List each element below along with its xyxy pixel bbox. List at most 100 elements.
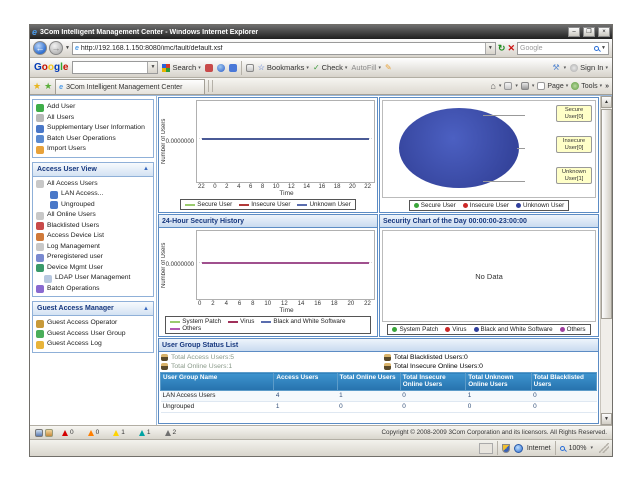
google-search-dropdown-icon[interactable]: ▼ xyxy=(147,62,157,73)
sidebar-section-access-user-view[interactable]: Access User View ▲ xyxy=(32,162,154,176)
wrench-icon[interactable]: ⚒ xyxy=(552,63,559,72)
sidebar-item[interactable]: All Users xyxy=(34,113,152,124)
zoom-dropdown-icon[interactable]: ▾ xyxy=(590,445,593,451)
toolbar-overflow[interactable]: » xyxy=(605,83,609,90)
sidebar-item[interactable]: Guest Access User Group xyxy=(34,329,152,340)
check-button[interactable]: ✓ Check ▾ xyxy=(313,63,347,72)
collapse-icon[interactable]: ▲ xyxy=(143,166,149,172)
sidebar-item[interactable]: Guest Access Operator xyxy=(34,318,152,329)
pie-callout-label: Unknown User[1] xyxy=(556,167,592,184)
tab-active[interactable]: e 3Com Intelligent Management Center xyxy=(55,79,205,94)
maximize-button[interactable]: ❐ xyxy=(583,27,595,37)
sidebar-item[interactable]: LDAP User Management xyxy=(42,273,152,284)
alarm-counter[interactable]: 1 xyxy=(113,429,125,436)
popup-blocker-icon[interactable] xyxy=(246,64,254,72)
panel-title: Security Chart of the Day 00:00:00-23:00… xyxy=(380,215,598,228)
guest-access-log-icon xyxy=(36,341,44,349)
search-input[interactable]: Google ▼ xyxy=(517,42,609,55)
url-dropdown-icon[interactable]: ▼ xyxy=(485,43,495,54)
sidebar-item[interactable]: Blacklisted Users xyxy=(34,221,152,232)
zoom-icon[interactable] xyxy=(560,446,565,451)
feeds-icon[interactable] xyxy=(504,82,512,90)
favorites-icon[interactable]: ★ xyxy=(33,81,41,92)
refresh-button[interactable]: ↻ xyxy=(498,43,506,54)
sidebar-item[interactable]: Guest Access Log xyxy=(34,339,152,350)
monitor-icon[interactable] xyxy=(35,429,43,437)
sidebar-item[interactable]: Preregistered user xyxy=(34,252,152,263)
highlighter-icon[interactable]: ✎ xyxy=(385,63,392,72)
sidebar-item[interactable]: Access Device List xyxy=(34,231,152,242)
sign-in-button[interactable]: Sign In ▾ xyxy=(570,63,608,72)
autofill-button[interactable]: AutoFill ▾ xyxy=(351,63,381,72)
all-users-icon xyxy=(36,114,44,122)
sidebar-item[interactable]: LAN Access... xyxy=(48,189,152,200)
minimize-button[interactable]: – xyxy=(568,27,580,37)
home-icon[interactable]: ⌂ xyxy=(490,81,495,91)
stop-button[interactable]: ✕ xyxy=(507,43,515,54)
title-bar: e 3Com Intelligent Management Center - W… xyxy=(30,25,612,39)
google-search-input[interactable]: ▼ xyxy=(72,61,158,74)
add-favorite-icon[interactable]: ★ xyxy=(44,81,52,92)
sidebar-item[interactable]: Add User xyxy=(34,102,152,113)
chart-legend: System PatchVirusBlack and White Softwar… xyxy=(165,316,370,334)
total-online-users-icon xyxy=(161,363,168,370)
security-history-line-chart: Number of Users 0.0000000 02468101214161… xyxy=(159,228,377,336)
back-button[interactable]: ← xyxy=(33,41,47,55)
page-icon xyxy=(537,82,545,90)
sidebar-item[interactable]: Supplementary User Information xyxy=(34,123,152,134)
access-device-list-icon xyxy=(36,233,44,241)
scrollbar-thumb[interactable] xyxy=(601,109,612,319)
collapse-icon[interactable]: ▲ xyxy=(143,306,149,312)
tree-collapse-icon xyxy=(36,180,44,188)
alarm-counter[interactable]: 1 xyxy=(139,429,151,436)
search-icon[interactable] xyxy=(594,46,599,51)
tools-menu[interactable]: Tools ▾ xyxy=(571,82,602,90)
sidebar-item[interactable]: All Access Users xyxy=(34,179,152,190)
alarm-triangle-icon xyxy=(113,430,119,436)
internet-zone-icon xyxy=(514,444,523,453)
send-to-icon[interactable] xyxy=(205,64,213,72)
sidebar-item[interactable]: Batch User Operations xyxy=(34,134,152,145)
y-axis-tick: 0.0000000 xyxy=(170,100,196,183)
add-gadget-icon[interactable] xyxy=(229,64,237,72)
resize-grip[interactable] xyxy=(599,443,609,453)
close-button[interactable]: × xyxy=(598,27,610,37)
hand-icon[interactable] xyxy=(45,429,53,437)
sidebar-item[interactable]: Ungrouped xyxy=(48,200,152,211)
page-menu[interactable]: Page ▾ xyxy=(537,82,568,90)
bookmarks-button[interactable]: ☆ Bookmarks ▾ xyxy=(258,63,309,72)
scroll-up-icon[interactable]: ▲ xyxy=(601,96,612,108)
scroll-down-icon[interactable]: ▼ xyxy=(601,413,612,425)
url-field[interactable]: e http://192.168.1.150:8080/imc/fault/de… xyxy=(72,42,496,55)
ie-icon: e xyxy=(32,28,37,37)
sidebar-section-guest-access-manager[interactable]: Guest Access Manager ▲ xyxy=(32,301,154,315)
google-search-button[interactable]: Search ▾ xyxy=(162,63,200,72)
sidebar-item[interactable]: Import Users xyxy=(34,144,152,155)
print-icon[interactable] xyxy=(521,82,529,90)
panel-user-online-chart: Number of Users 0.0000000 22024681012141… xyxy=(158,97,378,213)
alarm-triangle-icon xyxy=(165,430,171,436)
zoom-level[interactable]: 100% xyxy=(569,445,587,452)
sidebar-user-actions: Add User All Users Supplementary User In… xyxy=(32,99,154,158)
add-user-icon xyxy=(36,104,44,112)
url-text[interactable]: http://192.168.1.150:8080/imc/fault/defa… xyxy=(81,45,483,52)
sidebar-item[interactable]: Device Mgmt User xyxy=(34,263,152,274)
sphere-icon[interactable] xyxy=(217,64,225,72)
user-group-table: User Group Name Access Users Total Onlin… xyxy=(160,372,597,413)
history-dropdown-icon[interactable]: ▼ xyxy=(65,45,70,51)
sidebar-item[interactable]: Batch Operations xyxy=(34,284,152,295)
alarm-counter[interactable]: 0 xyxy=(88,429,100,436)
sidebar-item[interactable]: All Online Users xyxy=(34,210,152,221)
table-row: Ungrouped 1 0 0 0 0 xyxy=(161,401,597,412)
vertical-scrollbar[interactable]: ▲ ▼ xyxy=(600,96,612,425)
blacklisted-users-icon xyxy=(36,222,44,230)
alarm-counter[interactable]: 0 xyxy=(62,429,74,436)
alarm-counter[interactable]: 2 xyxy=(165,429,177,436)
device-mgmt-user-icon xyxy=(36,264,44,272)
user-group-summary: Total Access Users:5 Total Blacklisted U… xyxy=(159,352,598,371)
forward-button[interactable]: → xyxy=(49,41,63,55)
sidebar-item[interactable]: Log Management xyxy=(34,242,152,253)
search-dropdown-icon[interactable]: ▼ xyxy=(601,45,606,51)
alarm-triangle-icon xyxy=(139,430,145,436)
batch-user-operations-icon xyxy=(36,135,44,143)
